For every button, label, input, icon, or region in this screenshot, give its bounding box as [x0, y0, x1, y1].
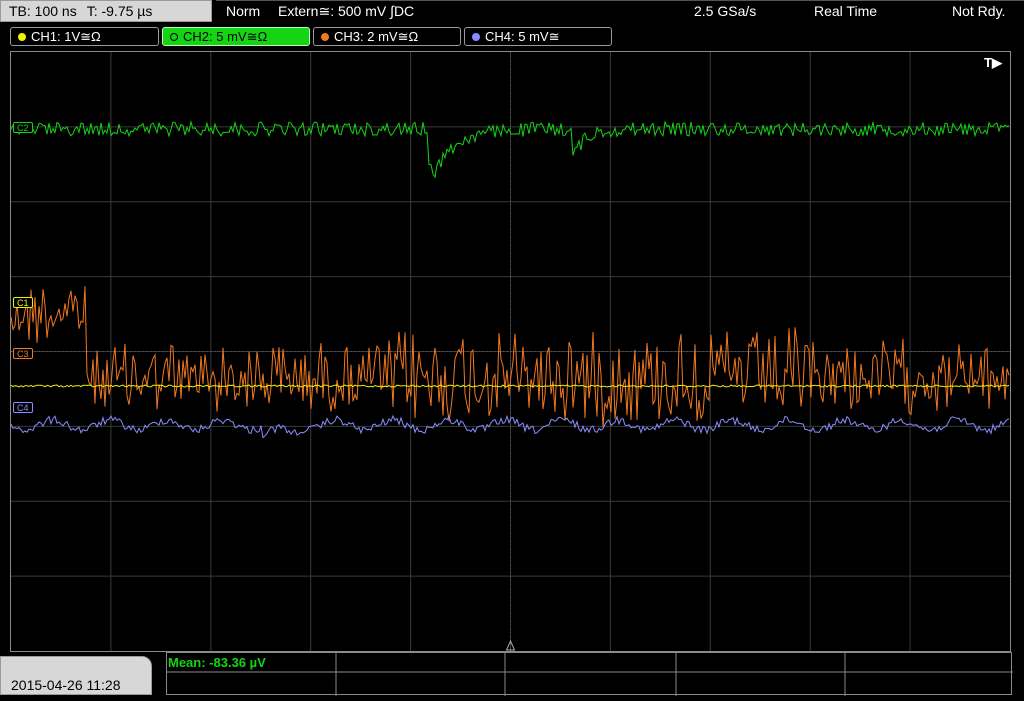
status-bar: TB: 100 ns T: -9.75 µs Norm Extern≅: 500 …: [0, 0, 1024, 25]
tab-ch4[interactable]: CH4: 5 mV≅: [464, 27, 612, 46]
graticule: [11, 52, 1010, 651]
waveform-display[interactable]: [10, 51, 1011, 652]
acquisition-mode: Real Time: [814, 3, 878, 19]
trigger-status: Not Rdy.: [952, 3, 1006, 19]
ch2-level-marker[interactable]: C2: [13, 122, 33, 133]
ch3-dot-icon: [321, 33, 329, 41]
measurement-grid: [167, 653, 1013, 696]
trigger-time-label: T: -9.75 µs: [86, 3, 153, 19]
ch1-level-marker[interactable]: C1: [13, 297, 33, 308]
trigger-position-marker[interactable]: T▶: [984, 55, 1002, 71]
mean-measurement: Mean: -83.36 µV: [168, 655, 266, 670]
ch3-label: CH3: 2 mV≅Ω: [334, 29, 419, 44]
ch1-dot-icon: [18, 33, 26, 41]
trigger-source[interactable]: Extern≅: 500 mV ∫DC: [278, 1, 414, 22]
datetime-panel: 2015-04-26 11:28: [0, 656, 152, 695]
ch2-dot-icon: [170, 33, 178, 41]
timebase-panel[interactable]: TB: 100 ns T: -9.75 µs: [0, 0, 212, 22]
tab-ch1[interactable]: CH1: 1V≅Ω: [10, 27, 159, 46]
ch4-label: CH4: 5 mV≅: [485, 29, 560, 44]
timebase-label: TB: 100 ns: [9, 3, 77, 19]
sample-rate: 2.5 GSa/s: [694, 3, 757, 19]
ch4-dot-icon: [472, 33, 480, 41]
ch2-label: CH2: 5 mV≅Ω: [183, 29, 268, 44]
ch3-level-marker[interactable]: C3: [13, 348, 33, 359]
trigger-mode[interactable]: Norm: [226, 1, 260, 22]
tab-ch2[interactable]: CH2: 5 mV≅Ω: [162, 27, 310, 46]
acquisition-strip: Norm Extern≅: 500 mV ∫DC 2.5 GSa/s Real …: [216, 0, 1024, 22]
measurement-table[interactable]: [166, 652, 1013, 696]
ch4-level-marker[interactable]: C4: [13, 402, 33, 413]
ch1-label: CH1: 1V≅Ω: [31, 29, 101, 44]
datetime-label: 2015-04-26 11:28: [11, 677, 121, 693]
tab-ch3[interactable]: CH3: 2 mV≅Ω: [313, 27, 461, 46]
